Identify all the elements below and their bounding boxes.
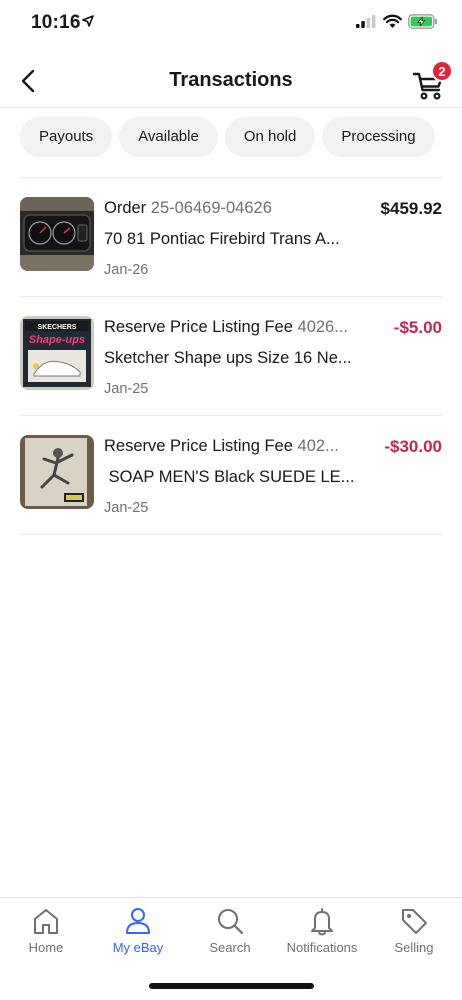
transaction-row[interactable]: SKECHERS Shape-ups Reserve Price Listing… [20,297,442,416]
person-icon [126,908,150,934]
chip-on-hold[interactable]: On hold [224,117,316,157]
transaction-title: Order 25-06469-04626 [104,199,354,218]
transaction-date: Jan-26 [104,262,149,278]
wifi-icon [383,14,402,28]
transaction-reference: 25-06469-04626 [150,199,272,217]
svg-text:Shape-ups: Shape-ups [29,334,85,346]
bell-icon [311,908,333,936]
transaction-list: Order 25-06469-04626 $459.92 70 81 Ponti… [20,177,442,535]
transaction-title: Reserve Price Listing Fee 402... [104,437,354,456]
transaction-row[interactable]: Order 25-06469-04626 $459.92 70 81 Ponti… [20,178,442,297]
cellular-signal-icon [356,15,376,28]
transaction-item-title: 70 81 Pontiac Firebird Trans A... [104,230,340,248]
chip-processing[interactable]: Processing [322,117,435,157]
transaction-type: Reserve Price Listing Fee [104,318,293,336]
transaction-date: Jan-25 [104,381,149,397]
tag-icon [402,909,427,934]
nav-search[interactable]: Search [184,906,276,962]
header: Transactions 2 [0,54,462,108]
svg-text:SKECHERS: SKECHERS [38,324,77,331]
status-bar: 10:16 [0,0,462,48]
transaction-title: Reserve Price Listing Fee 4026... [104,318,354,337]
transaction-item-title: SOAP MEN'S Black SUEDE LE... [104,468,355,486]
item-thumbnail: SKECHERS Shape-ups [20,316,94,390]
nav-selling[interactable]: Selling [368,906,460,962]
transaction-type: Reserve Price Listing Fee [104,437,293,455]
nav-home-label: Home [28,940,64,955]
transaction-item-title: Sketcher Shape ups Size 16 Ne... [104,349,352,367]
location-arrow-icon [82,15,94,27]
nav-home[interactable]: Home [0,906,92,962]
nav-notifications-label: Notifications [286,940,358,955]
nav-my-ebay-label: My eBay [112,940,164,955]
chip-available[interactable]: Available [119,117,218,157]
chip-payouts[interactable]: Payouts [20,117,113,157]
search-icon [218,909,244,935]
nav-my-ebay[interactable]: My eBay [92,906,184,962]
home-indicator [149,983,314,989]
transaction-date: Jan-25 [104,500,149,516]
transaction-amount: -$5.00 [393,318,442,337]
nav-search-label: Search [209,940,251,955]
nav-notifications[interactable]: Notifications [276,906,368,962]
nav-selling-label: Selling [394,940,434,955]
item-thumbnail [20,197,94,271]
transaction-amount: $459.92 [380,199,442,218]
page-title: Transactions [169,69,293,91]
cart-button[interactable]: 2 [410,60,456,102]
home-icon [34,909,58,934]
transaction-amount: -$30.00 [384,437,442,456]
status-time: 10:16 [31,12,81,33]
item-thumbnail [20,435,94,509]
transaction-reference: 4026... [297,318,348,336]
battery-charging-icon [408,14,437,29]
transaction-row[interactable]: Reserve Price Listing Fee 402... -$30.00… [20,416,442,535]
filter-chips: Payouts Available On hold Processing [20,117,462,159]
transaction-type: Order [104,199,147,217]
transaction-reference: 402... [297,437,339,455]
cart-count-badge: 2 [431,60,453,82]
